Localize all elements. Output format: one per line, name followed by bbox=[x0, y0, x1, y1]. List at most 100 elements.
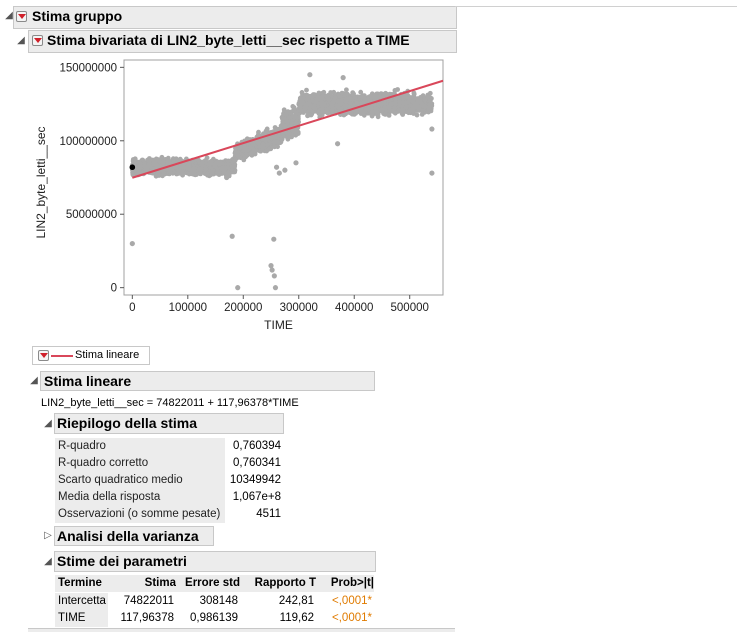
data-point bbox=[404, 104, 409, 110]
x-tick-label: 400000 bbox=[335, 302, 373, 314]
collapse-triangle-icon[interactable]: ◢ bbox=[42, 418, 54, 430]
group-menu-button[interactable] bbox=[16, 11, 27, 22]
data-point bbox=[305, 113, 310, 119]
data-point bbox=[411, 96, 417, 102]
collapse-triangle-icon[interactable]: ◢ bbox=[28, 375, 40, 387]
data-point bbox=[426, 105, 432, 111]
data-point bbox=[216, 161, 222, 167]
data-point bbox=[264, 126, 270, 132]
expand-triangle-icon[interactable]: ▷ bbox=[42, 530, 54, 542]
data-point bbox=[343, 99, 349, 104]
data-point bbox=[425, 94, 431, 100]
params-col-header: Rapporto T bbox=[240, 575, 316, 592]
data-point bbox=[271, 236, 277, 242]
data-point bbox=[395, 87, 400, 92]
params-term: Intercetta bbox=[55, 593, 108, 610]
data-point bbox=[397, 100, 403, 105]
x-tick-label: 0 bbox=[129, 302, 135, 314]
data-point bbox=[393, 99, 398, 105]
params-col-header: Errore std bbox=[176, 575, 240, 592]
data-point bbox=[353, 111, 358, 116]
summary-row-label: R-quadro bbox=[55, 438, 225, 455]
data-point bbox=[256, 132, 261, 137]
data-point bbox=[282, 167, 288, 173]
data-point bbox=[197, 166, 202, 172]
params-cell: 308148 bbox=[199, 595, 238, 607]
params-title: Stime dei parametri bbox=[57, 553, 187, 569]
scatter-chart: 0 100000 200000 300000 400000 500000 0 50000000… bbox=[34, 59, 444, 332]
data-point bbox=[210, 168, 215, 173]
data-point bbox=[429, 126, 435, 132]
data-point bbox=[271, 273, 277, 279]
data-point bbox=[278, 136, 284, 142]
data-point bbox=[229, 233, 235, 239]
summary-row-label: Osservazioni (o somme pesate) bbox=[55, 506, 225, 523]
data-point bbox=[159, 154, 165, 160]
data-point bbox=[426, 109, 431, 115]
bivariate-title: Stima bivariata di LIN2_byte_letti__sec … bbox=[47, 32, 410, 48]
collapse-triangle-icon[interactable]: ◢ bbox=[42, 556, 54, 568]
y-axis-label: LIN2_byte_letti__sec bbox=[34, 126, 48, 238]
data-point bbox=[197, 170, 203, 176]
data-point bbox=[298, 107, 304, 113]
data-point bbox=[187, 161, 193, 166]
data-point bbox=[406, 99, 411, 104]
params-col-header: Termine bbox=[55, 575, 108, 592]
data-point bbox=[243, 154, 249, 160]
params-cell: 74822011 bbox=[123, 595, 174, 607]
summary-title: Riepilogo della stima bbox=[57, 415, 198, 431]
data-point bbox=[351, 91, 356, 97]
params-cell: 117,96378 bbox=[120, 612, 174, 624]
params-pvalue: <,0001* bbox=[332, 595, 372, 607]
data-point bbox=[248, 145, 253, 150]
group-title: Stima gruppo bbox=[32, 8, 123, 24]
data-point bbox=[179, 170, 185, 176]
legend-menu-button[interactable] bbox=[38, 350, 49, 361]
data-point bbox=[191, 166, 197, 172]
params-cell: 242,81 bbox=[278, 595, 314, 607]
x-tick-label: 200000 bbox=[224, 302, 262, 314]
data-point bbox=[154, 161, 159, 167]
anova-title: Analisi della varianza bbox=[57, 528, 199, 544]
data-point bbox=[344, 87, 349, 93]
collapse-triangle-icon[interactable]: ◢ bbox=[3, 10, 15, 22]
data-point bbox=[170, 156, 176, 162]
y-tick-label: 50000000 bbox=[66, 209, 117, 221]
data-point bbox=[375, 94, 381, 100]
x-axis-label: TIME bbox=[264, 318, 293, 332]
data-point bbox=[307, 107, 313, 113]
data-point bbox=[291, 105, 297, 110]
data-point bbox=[237, 145, 243, 151]
data-point bbox=[212, 163, 218, 169]
data-point bbox=[285, 109, 291, 115]
summary-row-value: 0,760341 bbox=[233, 457, 281, 469]
data-point bbox=[325, 96, 331, 102]
data-point bbox=[368, 105, 374, 111]
data-point bbox=[354, 100, 360, 106]
summary-row-label: R-quadro corretto bbox=[55, 455, 225, 472]
data-point bbox=[276, 140, 281, 146]
data-point bbox=[299, 90, 305, 95]
legend-line-swatch bbox=[51, 355, 73, 357]
data-point bbox=[250, 141, 256, 146]
data-point bbox=[204, 155, 210, 161]
data-point bbox=[415, 104, 421, 110]
data-point bbox=[315, 96, 321, 102]
data-point bbox=[410, 108, 416, 114]
data-point bbox=[216, 172, 222, 177]
selected-point bbox=[129, 164, 136, 171]
data-point bbox=[347, 96, 353, 102]
collapse-triangle-icon[interactable]: ◢ bbox=[15, 35, 27, 47]
bivariate-menu-button[interactable] bbox=[32, 35, 43, 46]
data-point bbox=[392, 110, 398, 116]
data-point bbox=[317, 110, 323, 116]
x-tick-label: 500000 bbox=[391, 302, 429, 314]
data-point bbox=[175, 170, 181, 176]
data-point bbox=[235, 285, 241, 291]
data-point bbox=[226, 170, 231, 176]
y-tick-label: 0 bbox=[111, 283, 117, 295]
y-tick-label: 100000000 bbox=[59, 136, 117, 148]
data-point bbox=[205, 171, 211, 176]
summary-row-label: Media della risposta bbox=[55, 489, 225, 506]
data-point bbox=[388, 108, 393, 114]
